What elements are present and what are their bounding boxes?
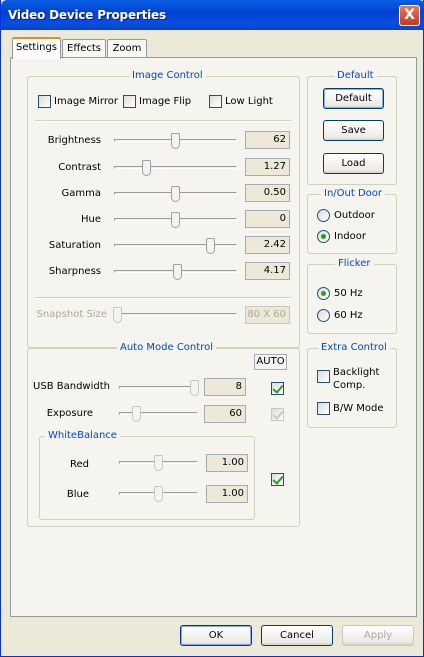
60hz-label: 60 Hz [334, 310, 363, 321]
low-light-checkbox[interactable] [209, 95, 222, 108]
load-button[interactable]: Load [323, 153, 384, 174]
contrast-slider-thumb[interactable] [142, 160, 151, 176]
bw-mode-label: B/W Mode [333, 403, 384, 414]
image-flip-checkbox[interactable] [123, 95, 136, 108]
settings-panel: Image Control Image Mirror Image Flip Lo… [10, 57, 417, 617]
hue-label: Hue [80, 214, 101, 225]
indoor-label: Indoor [334, 231, 366, 242]
outdoor-radio[interactable] [317, 209, 330, 222]
tab-effects[interactable]: Effects [62, 39, 106, 59]
image-control-title: Image Control [129, 70, 206, 81]
default-title: Default [334, 70, 377, 81]
image-mirror-label: Image Mirror [54, 96, 118, 107]
gamma-slider[interactable] [110, 185, 241, 203]
divider [35, 297, 291, 299]
title-bar[interactable]: Video Device Properties X [1, 0, 424, 30]
window-title: Video Device Properties [8, 8, 166, 22]
dialog-window: Video Device Properties X Settings Effec… [0, 0, 424, 657]
saturation-value: 2.42 [245, 236, 290, 254]
backlight-comp-checkbox[interactable] [317, 370, 330, 383]
close-button[interactable]: X [399, 5, 420, 26]
red-slider[interactable] [115, 454, 202, 472]
divider [35, 120, 291, 122]
snapshot-size-label: Snapshot Size [36, 309, 107, 320]
saturation-label: Saturation [48, 240, 101, 251]
save-button[interactable]: Save [323, 120, 384, 141]
brightness-slider[interactable] [110, 132, 241, 150]
red-value: 1.00 [206, 454, 248, 472]
blue-value: 1.00 [206, 485, 248, 503]
backlight-comp-label: Backlight Comp. [333, 367, 380, 391]
brightness-slider-thumb[interactable] [171, 133, 180, 149]
white-balance-auto-checkbox[interactable] [271, 473, 284, 486]
indoor-radio[interactable] [317, 230, 330, 243]
close-icon: X [404, 7, 415, 23]
exposure-label: Exposure [46, 408, 93, 419]
hue-slider-thumb[interactable] [171, 212, 180, 228]
exposure-slider[interactable] [115, 405, 202, 423]
outdoor-label: Outdoor [334, 210, 375, 221]
gamma-slider-thumb[interactable] [171, 186, 180, 202]
50hz-radio[interactable] [317, 287, 330, 300]
tab-zoom[interactable]: Zoom [107, 39, 147, 59]
exposure-auto-checkbox [271, 408, 284, 421]
contrast-value: 1.27 [245, 158, 290, 176]
blue-label: Blue [66, 489, 89, 500]
snapshot-size-value: 80 X 60 [245, 306, 290, 324]
sharpness-slider-thumb[interactable] [173, 264, 183, 280]
usb-bandwidth-label: USB Bandwidth [33, 381, 110, 392]
sharpness-value: 4.17 [245, 262, 290, 280]
brightness-value: 62 [245, 131, 290, 149]
saturation-slider-thumb[interactable] [205, 238, 215, 254]
usb-bandwidth-auto-checkbox[interactable] [271, 382, 284, 395]
auto-mode-title: Auto Mode Control [117, 342, 216, 353]
auto-header: AUTO [254, 354, 287, 370]
default-button[interactable]: Default [323, 88, 384, 109]
sharpness-label: Sharpness [48, 266, 101, 277]
contrast-label: Contrast [58, 162, 101, 173]
ok-button[interactable]: OK [180, 625, 252, 646]
saturation-slider[interactable] [110, 237, 241, 255]
gamma-label: Gamma [61, 188, 102, 199]
extra-control-title: Extra Control [318, 342, 390, 353]
hue-value: 0 [245, 210, 290, 228]
flicker-title: Flicker [335, 258, 374, 269]
blue-slider[interactable] [115, 485, 202, 503]
exposure-value: 60 [204, 405, 246, 423]
image-mirror-checkbox[interactable] [38, 95, 51, 108]
sharpness-slider[interactable] [110, 263, 241, 281]
usb-bandwidth-slider[interactable] [115, 379, 202, 397]
50hz-label: 50 Hz [334, 288, 363, 299]
bw-mode-checkbox[interactable] [317, 402, 330, 415]
cancel-button[interactable]: Cancel [261, 625, 333, 646]
brightness-label: Brightness [47, 135, 101, 146]
apply-button: Apply [342, 625, 414, 646]
low-light-label: Low Light [225, 96, 273, 107]
white-balance-title: WhiteBalance [45, 430, 120, 441]
hue-slider[interactable] [110, 211, 241, 229]
60hz-radio[interactable] [317, 309, 330, 322]
white-balance-group: WhiteBalance [39, 430, 255, 520]
image-flip-label: Image Flip [139, 96, 192, 107]
usb-bandwidth-value: 8 [204, 378, 246, 396]
red-label: Red [70, 459, 89, 470]
tab-settings[interactable]: Settings [12, 37, 61, 59]
gamma-value: 0.50 [245, 184, 290, 202]
inout-door-title: In/Out Door [321, 188, 386, 199]
snapshot-size-slider [110, 306, 241, 324]
contrast-slider[interactable] [110, 159, 241, 177]
inout-door-group: In/Out Door [307, 188, 397, 254]
